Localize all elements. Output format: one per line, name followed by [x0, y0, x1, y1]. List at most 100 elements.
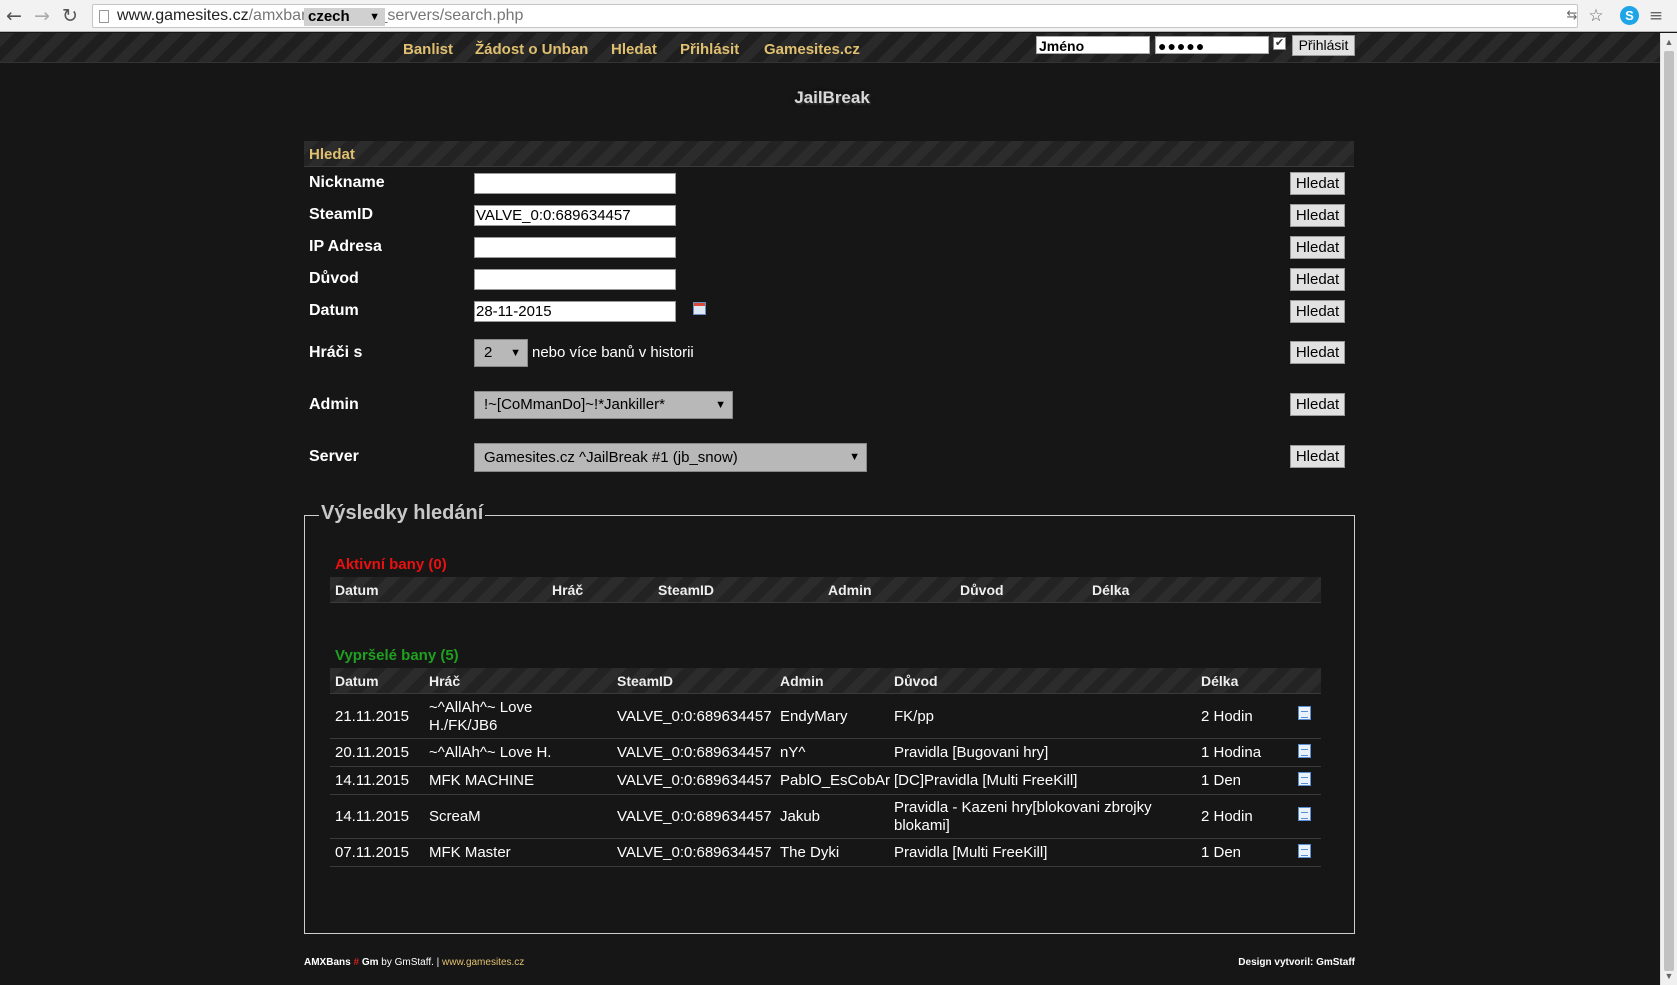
- ban-steamid: VALVE_0:0:689634457: [617, 744, 772, 761]
- ban-admin: The Dyki: [780, 844, 840, 861]
- ban-length: 1 Den: [1201, 772, 1242, 789]
- search-server-button[interactable]: Hledat: [1290, 445, 1345, 468]
- server-select[interactable]: Gamesites.cz ^JailBreak #1 (jb_snow) ▼: [474, 443, 867, 472]
- login-button[interactable]: Přihlásit: [1292, 35, 1355, 56]
- footer-design-credit: Design vytvoril: GmStaff: [1238, 957, 1355, 968]
- skype-extension-icon[interactable]: S: [1620, 6, 1639, 25]
- ban-player: MFK MACHINE: [429, 772, 534, 789]
- ban-length: 2 Hodin: [1201, 808, 1253, 825]
- ban-steamid: VALVE_0:0:689634457: [617, 844, 772, 861]
- remember-me-checkbox[interactable]: ✔: [1273, 37, 1286, 50]
- date-input[interactable]: 28-11-2015: [474, 301, 676, 322]
- column-header: Hráč: [429, 673, 461, 689]
- results-legend: Výsledky hledání: [319, 502, 486, 525]
- nav-link-banlist[interactable]: Banlist: [403, 41, 453, 59]
- table-row[interactable]: 14.11.2015 ScreaM VALVE_0:0:689634457 Ja…: [330, 795, 1321, 839]
- scroll-up-icon[interactable]: ▲: [1663, 35, 1675, 49]
- ban-length: 1 Den: [1201, 844, 1242, 861]
- search-header-label: Hledat: [309, 146, 355, 163]
- ban-date: 20.11.2015: [335, 744, 409, 761]
- ban-length: 2 Hodin: [1201, 708, 1253, 725]
- reason-label: Důvod: [309, 270, 359, 287]
- date-label: Datum: [309, 302, 359, 319]
- search-nickname-button[interactable]: Hledat: [1290, 172, 1345, 195]
- url-domain: www.gamesites.cz: [117, 7, 249, 24]
- page-scrollbar[interactable]: ▲ ▼: [1660, 33, 1677, 985]
- ban-details-icon[interactable]: [1298, 706, 1311, 720]
- ban-date: 21.11.2015: [335, 708, 409, 725]
- search-ip-button[interactable]: Hledat: [1290, 236, 1345, 259]
- footer-by: by GmStaff. |: [381, 957, 440, 968]
- nickname-input[interactable]: [474, 173, 676, 194]
- translate-icon[interactable]: ⇆: [1562, 6, 1582, 26]
- footer-gm: Gm: [361, 957, 379, 968]
- ban-reason: Pravidla - Kazeni hry[blokovani zbrojky …: [894, 799, 1152, 834]
- column-header: Důvod: [894, 673, 938, 689]
- column-header: Důvod: [960, 582, 1004, 598]
- password-field[interactable]: ●●●●●: [1155, 36, 1269, 54]
- column-header: Délka: [1201, 673, 1239, 689]
- ban-details-icon[interactable]: [1298, 744, 1311, 758]
- active-bans-title: Aktivní bany (0): [335, 556, 447, 573]
- menu-icon[interactable]: ≡: [1646, 6, 1666, 26]
- nav-link-unban-request[interactable]: Žádost o Unban: [475, 41, 588, 59]
- table-row[interactable]: 14.11.2015 MFK MACHINE VALVE_0:0:6896344…: [330, 767, 1321, 795]
- search-reason-button[interactable]: Hledat: [1290, 268, 1345, 291]
- table-row[interactable]: 21.11.2015 ~^AllAh^~ Love H./FK/JB6 VALV…: [330, 695, 1321, 739]
- admin-select[interactable]: !~[CoMmanDo]~!*Jankiller* ▼: [474, 391, 733, 419]
- column-header: SteamID: [617, 673, 674, 689]
- ban-date: 14.11.2015: [335, 772, 409, 789]
- language-select[interactable]: czech ▼: [304, 8, 385, 26]
- browser-toolbar: ← → ↻ www.gamesites.cz/amxban/Jailbreak_…: [0, 0, 1677, 32]
- ban-details-icon[interactable]: [1298, 772, 1311, 786]
- ban-player: ~^AllAh^~ Love H.: [429, 744, 552, 761]
- admin-label: Admin: [309, 396, 359, 413]
- scroll-down-icon[interactable]: ▼: [1663, 969, 1675, 983]
- ban-details-icon[interactable]: [1298, 844, 1311, 858]
- search-steamid-button[interactable]: Hledat: [1290, 204, 1345, 227]
- ban-admin: PablO_EsCobAr: [780, 772, 891, 789]
- column-header: Délka: [1092, 582, 1130, 598]
- column-header: Datum: [335, 582, 379, 598]
- search-date-button[interactable]: Hledat: [1290, 300, 1345, 323]
- ban-steamid: VALVE_0:0:689634457: [617, 708, 772, 725]
- players-with-label: Hráči s: [309, 344, 363, 361]
- ip-label: IP Adresa: [309, 238, 382, 255]
- chevron-down-icon: ▼: [369, 11, 380, 23]
- ban-steamid: VALVE_0:0:689634457: [617, 808, 772, 825]
- reload-icon[interactable]: ↻: [60, 6, 80, 26]
- search-ban-count-button[interactable]: Hledat: [1290, 341, 1345, 364]
- table-row[interactable]: 20.11.2015 ~^AllAh^~ Love H. VALVE_0:0:6…: [330, 739, 1321, 767]
- column-header: Admin: [780, 673, 824, 689]
- reason-input[interactable]: [474, 269, 676, 290]
- ban-reason: FK/pp: [894, 708, 935, 725]
- nav-link-login[interactable]: Přihlásit: [680, 41, 739, 59]
- bookmark-star-icon[interactable]: ☆: [1586, 6, 1606, 26]
- search-admin-button[interactable]: Hledat: [1290, 393, 1345, 416]
- scroll-thumb[interactable]: [1664, 51, 1674, 971]
- ban-details-icon[interactable]: [1298, 807, 1311, 821]
- ip-input[interactable]: [474, 237, 676, 258]
- footer-site-link[interactable]: www.gamesites.cz: [442, 957, 524, 968]
- ban-length: 1 Hodina: [1201, 744, 1262, 761]
- username-field[interactable]: Jméno: [1036, 36, 1150, 54]
- expired-bans-title: Vypršelé bany (5): [335, 647, 459, 664]
- calendar-icon[interactable]: [693, 302, 706, 315]
- ban-admin: Jakub: [780, 808, 821, 825]
- column-header: SteamID: [658, 582, 715, 598]
- expired-bans-header: Datum Hráč SteamID Admin Důvod Délka: [330, 668, 1321, 694]
- ban-reason: [DC]Pravidla [Multi FreeKill]: [894, 772, 1078, 789]
- nav-link-search[interactable]: Hledat: [611, 41, 657, 59]
- chevron-down-icon: ▼: [510, 347, 521, 359]
- back-arrow-icon[interactable]: ←: [4, 6, 24, 26]
- footer-brand: AMXBans: [304, 957, 351, 968]
- ban-admin: EndyMary: [780, 708, 848, 725]
- steamid-input[interactable]: VALVE_0:0:689634457: [474, 205, 676, 226]
- search-header: Hledat: [304, 141, 1354, 167]
- nav-link-gamesites[interactable]: Gamesites.cz: [764, 41, 860, 59]
- chevron-down-icon: ▼: [849, 451, 860, 463]
- table-row[interactable]: 07.11.2015 MFK Master VALVE_0:0:68963445…: [330, 839, 1321, 867]
- page-icon: [99, 10, 109, 23]
- forward-arrow-icon[interactable]: →: [32, 6, 52, 26]
- ban-count-select[interactable]: 2 ▼: [474, 339, 528, 367]
